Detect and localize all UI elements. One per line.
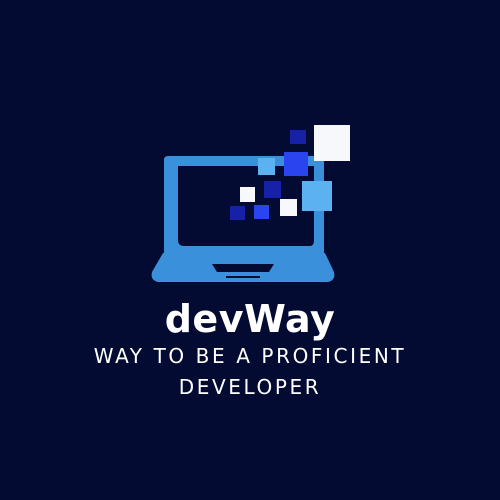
brand-name: devWay (164, 297, 336, 341)
tagline: WAY TO BE A PROFICIENT DEVELOPER (0, 341, 500, 403)
pixel-square (254, 205, 269, 219)
pixel-square (290, 130, 306, 144)
logo: devWay WAY TO BE A PROFICIENT DEVELOPER (0, 0, 500, 500)
pixel-square (264, 181, 281, 198)
laptop-pixels-icon (151, 125, 350, 282)
pixel-square (284, 152, 308, 176)
pixel-square (258, 158, 275, 175)
pixel-square (280, 199, 297, 216)
pixel-square (302, 181, 332, 211)
laptop-base (151, 253, 335, 282)
pixel-square (240, 187, 255, 202)
pixel-square (314, 125, 350, 161)
tagline-line-1: WAY TO BE A PROFICIENT (93, 344, 407, 368)
pixel-square (230, 206, 245, 220)
tagline-line-2: DEVELOPER (178, 375, 322, 399)
